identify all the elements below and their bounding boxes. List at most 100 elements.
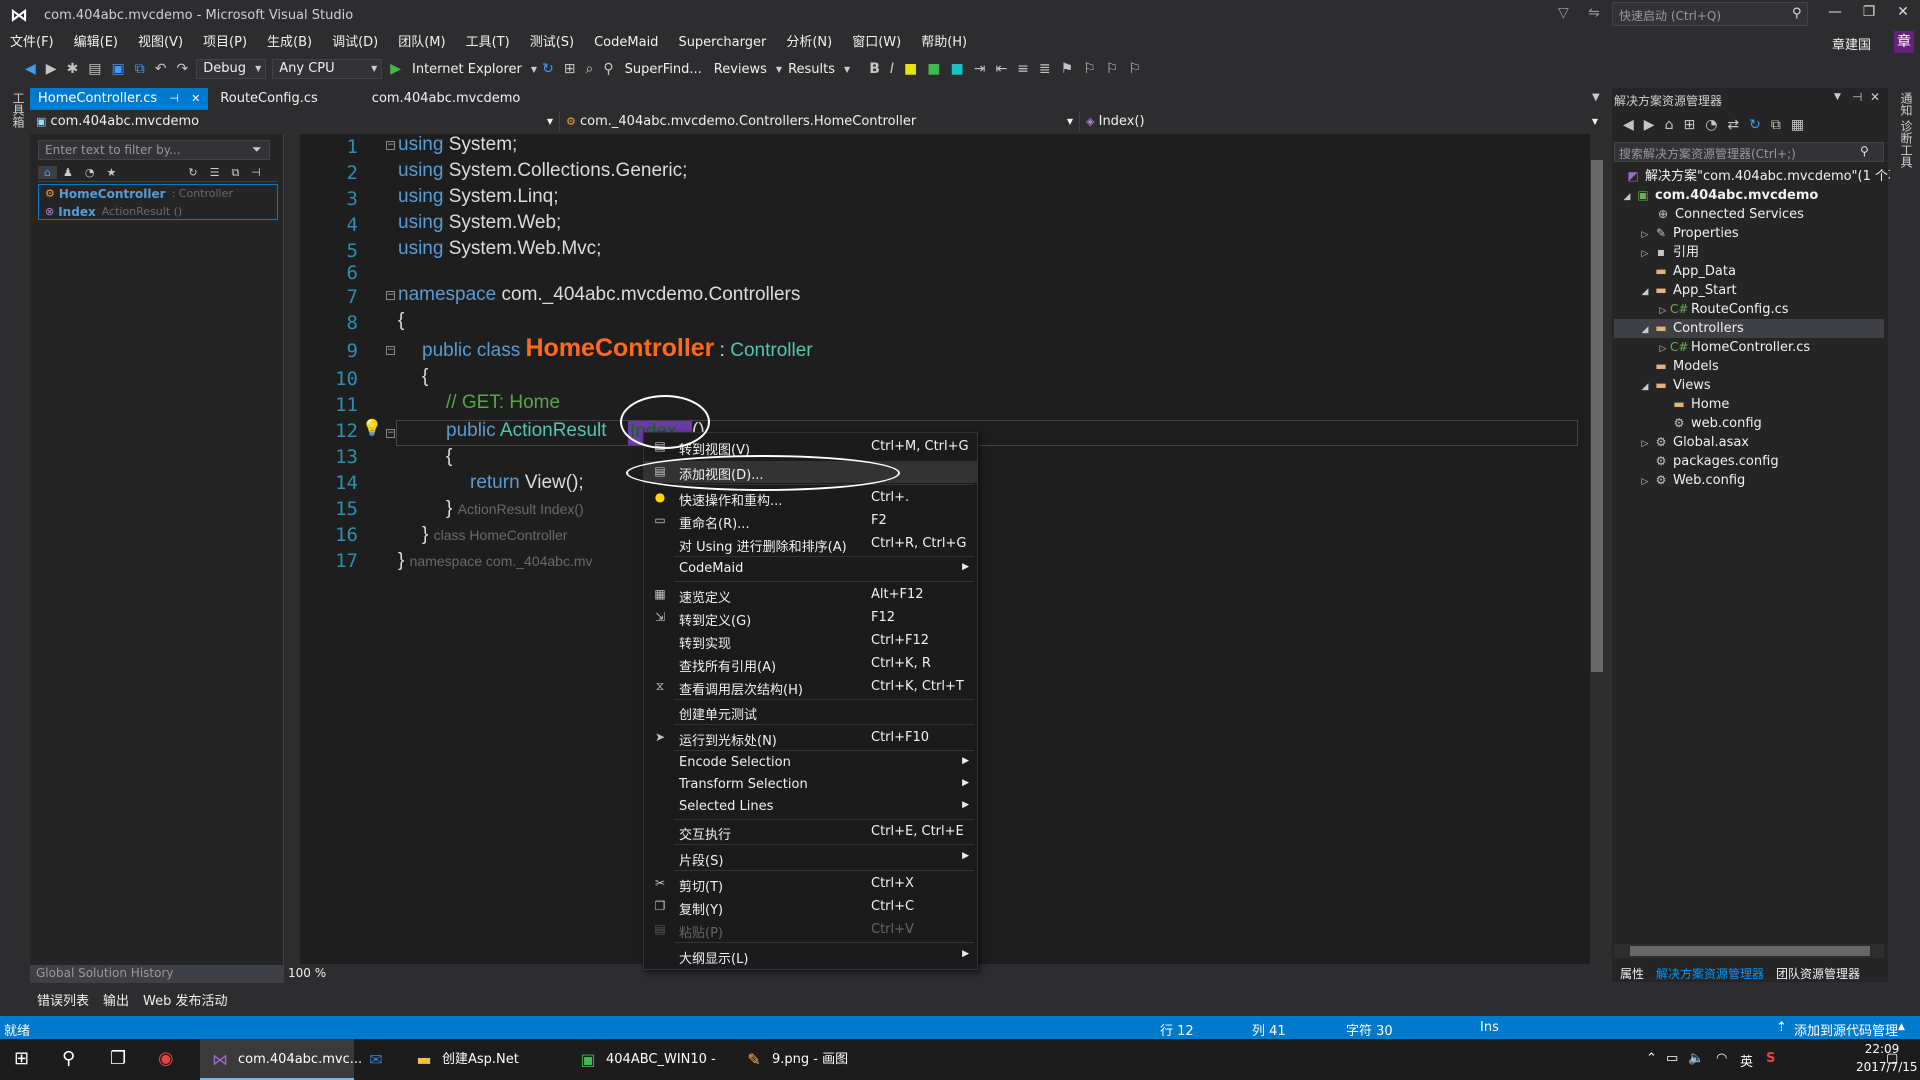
taskbar-vm-window[interactable]: ▣ 404ABC_WIN10 - ... <box>568 1039 728 1080</box>
menu-project[interactable]: 项目(P) <box>193 32 257 54</box>
save-icon[interactable]: ▣ <box>107 61 130 77</box>
menu-item-encode-selection[interactable]: Encode Selection ▶ <box>644 752 977 774</box>
highlight-cyan-icon[interactable]: ■ <box>945 61 968 77</box>
spade-filter-input[interactable]: Enter text to filter by... <box>38 140 270 160</box>
ime-indicator[interactable]: 英 <box>1740 1051 1753 1070</box>
menu-debug[interactable]: 调试(D) <box>322 32 388 54</box>
menu-analyze[interactable]: 分析(N) <box>776 32 842 54</box>
tab-properties[interactable]: 属性 <box>1614 965 1650 982</box>
fold-toggle[interactable]: − <box>386 346 395 355</box>
notification-filter-icon[interactable]: ▽ <box>1558 5 1569 21</box>
quick-launch-input[interactable]: 快速启动 (Ctrl+Q) <box>1612 2 1808 26</box>
tree-views[interactable]: ◢ ▬ Views <box>1638 376 1711 395</box>
reviews-button[interactable]: Reviews <box>708 62 773 77</box>
comment-icon[interactable]: ≡ <box>1012 61 1034 77</box>
tree-solution[interactable]: ◩ 解决方案"com.404abc.mvcdemo"(1 个项目) <box>1624 167 1919 186</box>
start-debug-button[interactable]: Internet Explorer <box>406 62 528 77</box>
solution-search-input[interactable]: 搜索解决方案资源管理器(Ctrl+;) <box>1614 142 1884 162</box>
chevron-up-icon[interactable]: ▲ <box>1898 1022 1905 1032</box>
solution-platform-select[interactable]: Any CPU ▼ <box>272 59 383 79</box>
menu-item-cut[interactable]: ✂ 剪切(T) Ctrl+X <box>644 873 977 895</box>
search-icon[interactable]: ⚲ <box>1792 6 1802 21</box>
tree-controllers[interactable]: ◢ ▬ Controllers <box>1614 319 1884 338</box>
notifications-tab[interactable]: 通知 诊断工具 <box>1898 92 1915 168</box>
add-to-source-control-button[interactable]: 添加到源代码管理 <box>1794 1020 1898 1039</box>
close-icon[interactable]: ✕ <box>191 92 200 105</box>
tree-app-data[interactable]: ▬ App_Data <box>1652 262 1736 281</box>
menu-item-create-unit-tests[interactable]: 创建单元测试 <box>644 701 977 723</box>
menu-supercharger[interactable]: Supercharger <box>668 32 776 54</box>
lightbulb-icon[interactable]: 💡 <box>362 418 382 437</box>
menu-file[interactable]: 文件(F) <box>0 32 64 54</box>
avatar[interactable]: 章 <box>1894 31 1914 53</box>
tab-output[interactable]: 输出 <box>96 990 136 1009</box>
menu-item-outlining[interactable]: 大纲显示(L) ▶ <box>644 945 977 967</box>
minimize-button[interactable]: — <box>1820 4 1850 26</box>
expanded-arrow-icon[interactable]: ◢ <box>1620 188 1634 207</box>
access-layout-icon[interactable]: ◔ <box>79 166 101 179</box>
taskbar-visual-studio[interactable]: ⋈ com.404abc.mvc... <box>200 1039 362 1080</box>
menu-window[interactable]: 窗口(W) <box>842 32 911 54</box>
file-layout-icon[interactable]: ⌂ <box>38 166 57 179</box>
project-dropdown[interactable]: ▣ com.404abc.mvcdemo ▼ <box>30 112 560 132</box>
menu-view[interactable]: 视图(V) <box>128 32 193 54</box>
menu-test[interactable]: 测试(S) <box>520 32 584 54</box>
italic-icon[interactable]: I <box>885 61 899 77</box>
menu-item-find-all-references[interactable]: 查找所有引用(A) Ctrl+K, R <box>644 653 977 675</box>
bold-icon[interactable]: B <box>864 61 885 77</box>
fold-toggle[interactable]: − <box>386 291 395 300</box>
start-debug-icon[interactable]: ▶ <box>385 61 406 77</box>
tree-properties[interactable]: ▷ ✎ Properties <box>1638 224 1739 243</box>
menu-item-go-to-definition[interactable]: ⇲ 转到定义(G) F12 <box>644 607 977 629</box>
collapsed-arrow-icon[interactable]: ▷ <box>1638 245 1652 264</box>
pin-icon[interactable]: ⊣ <box>245 166 267 179</box>
new-project-icon[interactable]: ✱ <box>62 61 84 77</box>
superfind-button[interactable]: SuperFind... <box>619 62 708 77</box>
collapse-icon[interactable]: ⧉ <box>225 166 245 180</box>
spade-node-class[interactable]: ⚙ HomeController : Controller <box>39 185 277 203</box>
type-layout-icon[interactable]: ♟ <box>57 166 79 179</box>
bookmark-icon[interactable]: ⚑ <box>1056 61 1079 77</box>
search-icon[interactable]: ⚲ <box>1860 144 1869 158</box>
tree-app-start[interactable]: ◢ ▬ App_Start <box>1638 281 1737 300</box>
tab-error-list[interactable]: 错误列表 <box>30 990 96 1009</box>
find-in-files-icon[interactable]: ⌕ <box>581 61 599 77</box>
uncomment-icon[interactable]: ≣ <box>1034 61 1056 77</box>
wifi-icon[interactable]: ◠ <box>1716 1051 1727 1066</box>
forward-icon[interactable]: ▶ <box>1639 117 1660 133</box>
filter-icon[interactable]: ⏷ <box>252 142 262 157</box>
search-icon[interactable]: ⚲ <box>62 1048 75 1069</box>
sogou-ime-icon[interactable]: S <box>1766 1051 1775 1066</box>
taskbar-explorer-window[interactable]: ▬ 创建Asp.Net MVC... <box>404 1039 562 1080</box>
browser-link-icon[interactable]: ⊞ <box>559 61 581 77</box>
superfind-icon[interactable]: ⚲ <box>598 61 618 77</box>
open-file-icon[interactable]: ▤ <box>83 61 106 77</box>
tree-global-asax[interactable]: ▷ ⚙ Global.asax <box>1638 433 1749 452</box>
menu-item-codemaid[interactable]: CodeMaid ▶ <box>644 558 977 580</box>
menu-item-copy[interactable]: ❐ 复制(Y) Ctrl+C <box>644 896 977 918</box>
menu-edit[interactable]: 编辑(E) <box>64 32 128 54</box>
menu-item-paste[interactable]: ▤ 粘贴(P) Ctrl+V <box>644 919 977 941</box>
outdent-icon[interactable]: ⇤ <box>990 61 1012 77</box>
clock-time[interactable]: 22:09 <box>1856 1042 1908 1056</box>
fold-toggle[interactable]: − <box>386 141 395 150</box>
redo-icon[interactable]: ↷ <box>172 61 194 77</box>
tab-team-explorer[interactable]: 团队资源管理器 <box>1770 965 1866 982</box>
tab-homecontroller[interactable]: HomeController.cs ⊣ ✕ <box>30 88 209 110</box>
refresh-icon[interactable]: ↻ <box>182 166 203 179</box>
expanded-arrow-icon[interactable]: ◢ <box>1638 378 1652 397</box>
switch-views-icon[interactable]: ⊞ <box>1678 117 1700 133</box>
browser-refresh-icon[interactable]: ↻ <box>537 61 559 77</box>
results-button[interactable]: Results <box>782 62 841 77</box>
tab-web-publish[interactable]: Web 发布活动 <box>136 990 234 1009</box>
user-name[interactable]: 章建国 <box>1832 34 1871 53</box>
menu-build[interactable]: 生成(B) <box>257 32 322 54</box>
taskbar-paint[interactable]: ✎ 9.png - 画图 <box>734 1039 874 1080</box>
volume-icon[interactable]: 🔈 <box>1688 1051 1704 1066</box>
highlight-yellow-icon[interactable]: ■ <box>899 61 922 77</box>
chevron-up-icon[interactable]: ⌃ <box>1646 1051 1657 1066</box>
pending-changes-icon[interactable]: ◔ <box>1700 117 1722 133</box>
next-bookmark-icon[interactable]: ⚐ <box>1101 61 1124 77</box>
solution-configuration-select[interactable]: Debug ▼ <box>196 59 267 79</box>
collapsed-arrow-icon[interactable]: ▷ <box>1638 435 1652 454</box>
